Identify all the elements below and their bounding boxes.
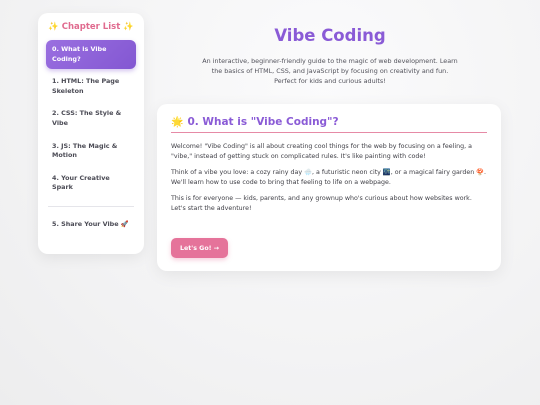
audience-paragraph: This is for everyone — kids, parents, an… [171, 195, 472, 213]
page-subtitle: An interactive, beginner-friendly guide … [202, 57, 458, 85]
chapter-sidebar: ✨ Chapter List ✨ 0. What is Vibe Coding?… [38, 13, 144, 254]
chapter-heading-text: 0. What is "Vibe Coding"? [187, 116, 339, 128]
page-title: Vibe Coding [274, 26, 386, 45]
page: ✨ Chapter List ✨ 0. What is Vibe Coding?… [0, 0, 540, 405]
sidebar-item-what-is-vibe-coding[interactable]: 0. What is Vibe Coding? [46, 40, 136, 70]
sidebar-item-share[interactable]: 5. Share Your Vibe 🚀 [46, 215, 136, 235]
sidebar-item-html[interactable]: 1. HTML: The Page Skeleton [46, 72, 136, 101]
sidebar-item-js[interactable]: 3. JS: The Magic & Motion [46, 137, 136, 166]
chapter-content-card: 🌟 0. What is "Vibe Coding"? Welcome! "Vi… [157, 104, 501, 271]
star-icon: 🌟 [171, 116, 184, 128]
sidebar-item-creative-spark[interactable]: 4. Your Creative Spark [46, 169, 136, 198]
intro-paragraph: Welcome! "Vibe Coding" is all about crea… [171, 143, 473, 161]
lets-go-button[interactable]: Let's Go! → [171, 238, 228, 258]
sidebar-title: ✨ Chapter List ✨ [48, 22, 134, 32]
chapter-heading: 🌟 0. What is "Vibe Coding"? [171, 116, 487, 133]
vibe-examples-paragraph: Think of a vibe you love: a cozy rainy d… [171, 169, 487, 187]
sidebar-divider [48, 206, 134, 208]
sidebar-item-css[interactable]: 2. CSS: The Style & Vibe [46, 104, 136, 133]
